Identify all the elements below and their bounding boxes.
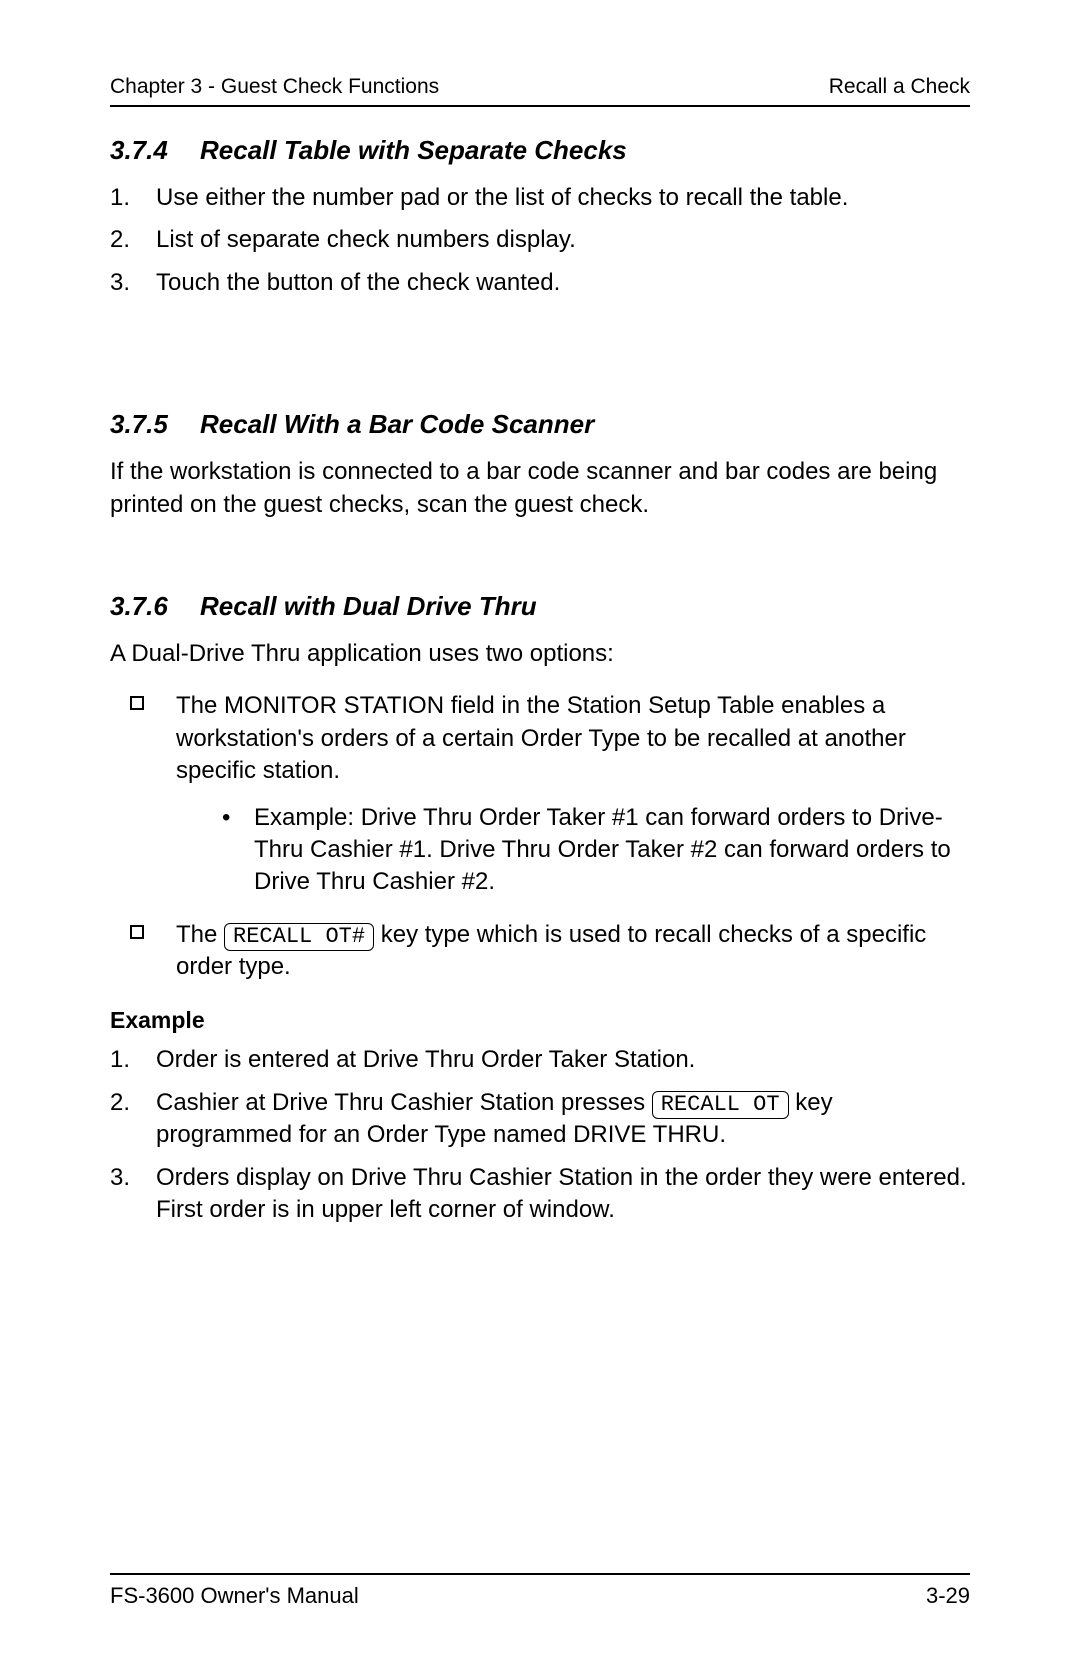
list-item: Example: Drive Thru Order Taker #1 can f… <box>222 802 970 899</box>
list-item: List of separate check numbers display. <box>110 224 970 256</box>
page-footer: FS-3600 Owner's Manual 3-29 <box>110 1573 970 1609</box>
section-375-paragraph: If the workstation is connected to a bar… <box>110 456 970 521</box>
section-376-heading: 3.7.6 Recall with Dual Drive Thru <box>110 591 970 622</box>
key-recall-ot-hash: RECALL OT# <box>224 923 374 951</box>
list-item: Cashier at Drive Thru Cashier Station pr… <box>110 1087 970 1152</box>
section-376-title: Recall with Dual Drive Thru <box>200 591 537 622</box>
bullet-text-pre: The <box>176 921 224 948</box>
section-374-title: Recall Table with Separate Checks <box>200 135 627 166</box>
list-item: Touch the button of the check wanted. <box>110 267 970 299</box>
document-page: Chapter 3 - Guest Check Functions Recall… <box>0 0 1080 1669</box>
list-item: Order is entered at Drive Thru Order Tak… <box>110 1044 970 1076</box>
section-375-heading: 3.7.5 Recall With a Bar Code Scanner <box>110 409 970 440</box>
section-374-heading: 3.7.4 Recall Table with Separate Checks <box>110 135 970 166</box>
section-376-intro: A Dual-Drive Thru application uses two o… <box>110 638 970 670</box>
section-376-options: The MONITOR STATION field in the Station… <box>110 690 970 983</box>
step-text-pre: Cashier at Drive Thru Cashier Station pr… <box>156 1089 652 1116</box>
footer-left: FS-3600 Owner's Manual <box>110 1583 359 1609</box>
key-recall-ot: RECALL OT <box>652 1091 789 1119</box>
section-374-number: 3.7.4 <box>110 135 200 166</box>
list-item: Orders display on Drive Thru Cashier Sta… <box>110 1162 970 1227</box>
footer-right: 3-29 <box>926 1583 970 1609</box>
page-header: Chapter 3 - Guest Check Functions Recall… <box>110 75 970 107</box>
header-right: Recall a Check <box>829 75 970 99</box>
example-label: Example <box>110 1007 970 1034</box>
bullet-text: The MONITOR STATION field in the Station… <box>176 692 906 784</box>
footer-content: FS-3600 Owner's Manual 3-29 <box>110 1573 970 1609</box>
list-item: The MONITOR STATION field in the Station… <box>130 690 970 898</box>
sub-bullet-list: Example: Drive Thru Order Taker #1 can f… <box>222 802 970 899</box>
list-item: The RECALL OT# key type which is used to… <box>130 919 970 984</box>
list-item: Use either the number pad or the list of… <box>110 182 970 214</box>
example-steps: Order is entered at Drive Thru Order Tak… <box>110 1044 970 1226</box>
section-376-number: 3.7.6 <box>110 591 200 622</box>
header-left: Chapter 3 - Guest Check Functions <box>110 75 439 99</box>
section-374-steps: Use either the number pad or the list of… <box>110 182 970 299</box>
section-375-title: Recall With a Bar Code Scanner <box>200 409 594 440</box>
section-375-number: 3.7.5 <box>110 409 200 440</box>
